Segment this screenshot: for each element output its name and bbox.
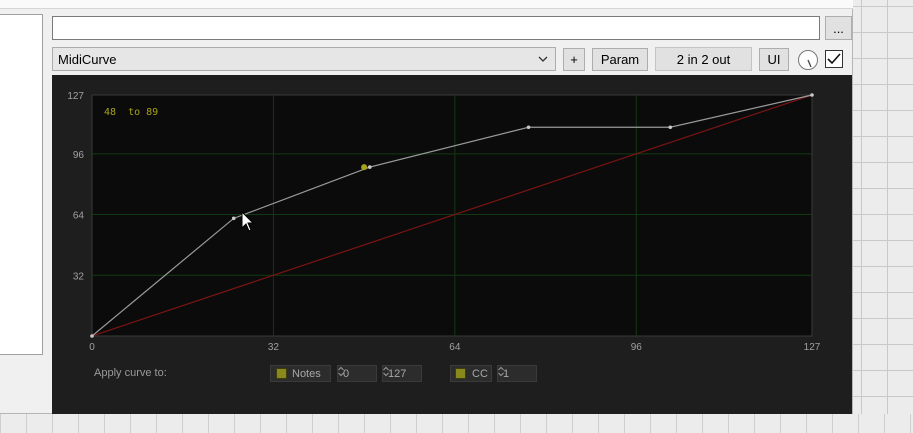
x-tick-label: 64	[449, 342, 461, 353]
x-tick-label: 127	[804, 342, 821, 353]
chevron-down-icon	[538, 56, 548, 62]
curve-point[interactable]	[526, 125, 531, 130]
apply-curve-label: Apply curve to:	[94, 367, 167, 379]
io-config-button[interactable]: 2 in 2 out	[655, 47, 752, 71]
plugin-window: ... MidiCurve + Param 2 in 2 out UI 0 32 6…	[0, 0, 853, 414]
browse-button[interactable]: ...	[825, 16, 852, 40]
y-tick-label: 32	[73, 271, 85, 282]
plugin-select-value: MidiCurve	[58, 51, 117, 67]
left-list-panel[interactable]	[0, 14, 43, 355]
y-tick-label: 96	[73, 150, 85, 161]
notes-min-spinner[interactable]: 0	[337, 365, 377, 382]
y-tick-label: 64	[73, 211, 85, 222]
spinner-arrows-icon[interactable]	[383, 366, 389, 377]
enable-checkbox[interactable]	[825, 50, 843, 68]
curve-graph[interactable]: 0 32 64 96 127 127 96 64 32 48 to 89	[52, 75, 852, 414]
curve-editor: 0 32 64 96 127 127 96 64 32 48 to 89 Apply curve …	[52, 75, 852, 414]
x-tick-label: 32	[268, 342, 280, 353]
curve-point[interactable]	[231, 216, 236, 221]
curve-point[interactable]	[668, 125, 673, 130]
x-tick-label: 0	[89, 342, 95, 353]
spinner-arrows-icon[interactable]	[498, 366, 504, 377]
plugin-select[interactable]: MidiCurve	[52, 47, 556, 71]
notes-max-value: 127	[388, 367, 407, 380]
curve-point[interactable]	[810, 93, 814, 97]
io-label: 2 in 2 out	[676, 51, 731, 67]
selected-point[interactable]	[361, 164, 368, 171]
spinner-arrows-icon[interactable]	[338, 366, 344, 377]
ui-button[interactable]: UI	[759, 48, 789, 71]
notes-checkbox[interactable]	[276, 368, 287, 379]
notes-label: Notes	[292, 367, 321, 380]
knob-icon[interactable]	[797, 49, 819, 71]
y-tick-label: 127	[67, 91, 84, 102]
background-grid	[853, 0, 913, 433]
x-tick-label: 96	[631, 342, 643, 353]
window-top-edge	[0, 0, 853, 9]
value-readout: 48 to 89	[104, 107, 158, 118]
mouse-cursor-icon	[241, 211, 255, 232]
curve-point[interactable]	[90, 334, 94, 338]
background-strip	[0, 414, 913, 433]
cc-checkbox[interactable]	[455, 368, 466, 379]
param-button[interactable]: Param	[592, 48, 648, 71]
name-input[interactable]	[52, 16, 820, 40]
add-button[interactable]: +	[563, 48, 585, 71]
notes-max-spinner[interactable]: 127	[382, 365, 422, 382]
curve-point[interactable]	[367, 165, 372, 169]
cc-number-spinner[interactable]: 1	[497, 365, 537, 382]
cc-label: CC	[472, 367, 488, 380]
